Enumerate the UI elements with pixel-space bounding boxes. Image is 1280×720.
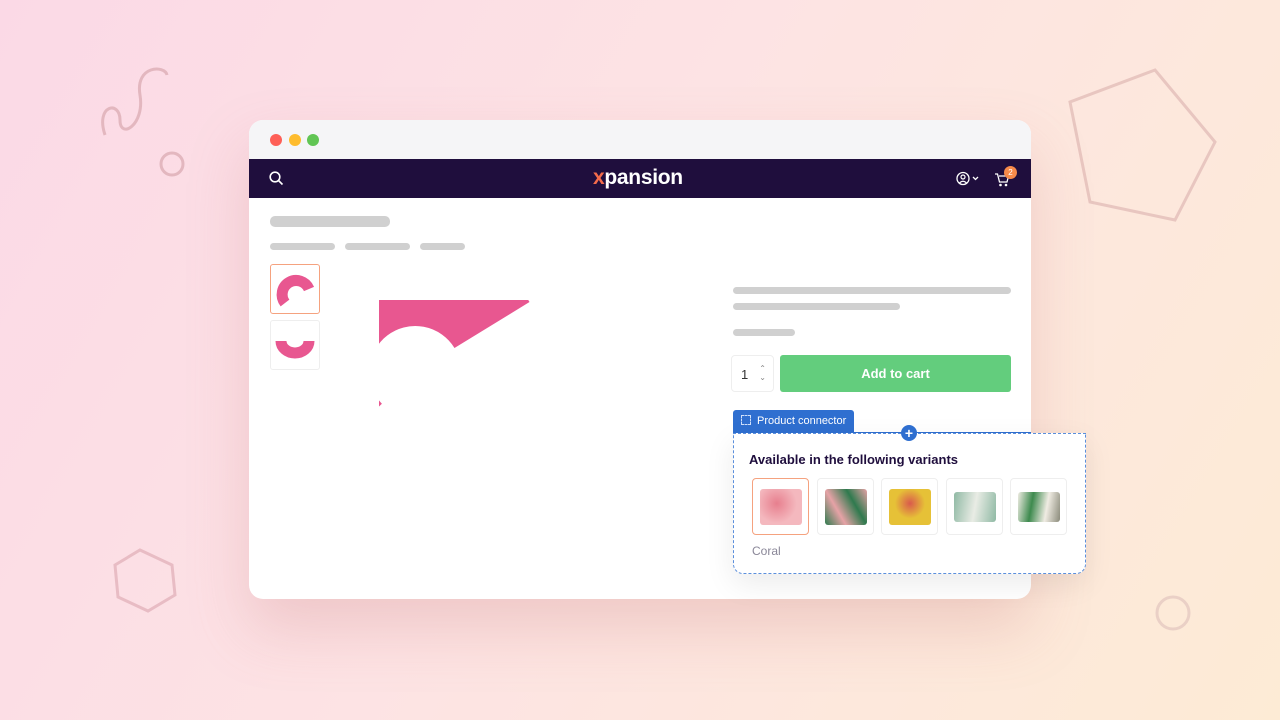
add-to-cart-button[interactable]: Add to cart [780,355,1011,392]
title-bar [249,120,1031,159]
placeholder-breadcrumb [270,243,335,250]
variants-panel: Available in the following variants Cora… [733,433,1086,574]
maximize-dot[interactable] [307,134,319,146]
variant-swatch[interactable] [881,478,938,535]
add-block-button[interactable]: + [901,425,917,441]
placeholder-product-name [733,303,900,310]
search-icon[interactable] [269,171,284,186]
variant-swatch[interactable] [1010,478,1067,535]
squiggle-decoration [101,67,169,136]
placeholder-breadcrumb [345,243,410,250]
hexagon-decoration [113,548,177,613]
product-connector-tab[interactable]: Product connector [733,410,855,433]
placeholder-title [270,216,390,227]
placeholder-price [733,329,795,336]
quantity-stepper[interactable]: 1 ⌃ ⌄ [731,355,774,392]
variant-swatch[interactable] [752,478,809,535]
variant-swatch[interactable] [817,478,874,535]
selected-variant-label: Coral [752,544,781,558]
minimize-dot[interactable] [289,134,301,146]
product-thumbnail[interactable] [270,264,320,314]
circle-decoration [1155,595,1191,631]
product-thumbnail[interactable] [270,320,320,370]
stepper-arrows-icon[interactable]: ⌃ ⌄ [759,364,766,382]
placeholder-product-name [733,287,1011,294]
account-icon[interactable] [956,171,982,187]
expand-icon [741,415,751,425]
close-dot[interactable] [270,134,282,146]
logo[interactable]: xpansion [593,166,683,190]
variants-title: Available in the following variants [749,452,959,467]
pentagon-decoration [1068,68,1217,222]
variant-swatch[interactable] [946,478,1003,535]
store-header: xpansion 2 [249,159,1031,198]
circle-decoration [159,151,185,177]
cart-count-badge: 2 [1004,166,1017,179]
product-image [379,300,530,409]
placeholder-breadcrumb [420,243,465,250]
